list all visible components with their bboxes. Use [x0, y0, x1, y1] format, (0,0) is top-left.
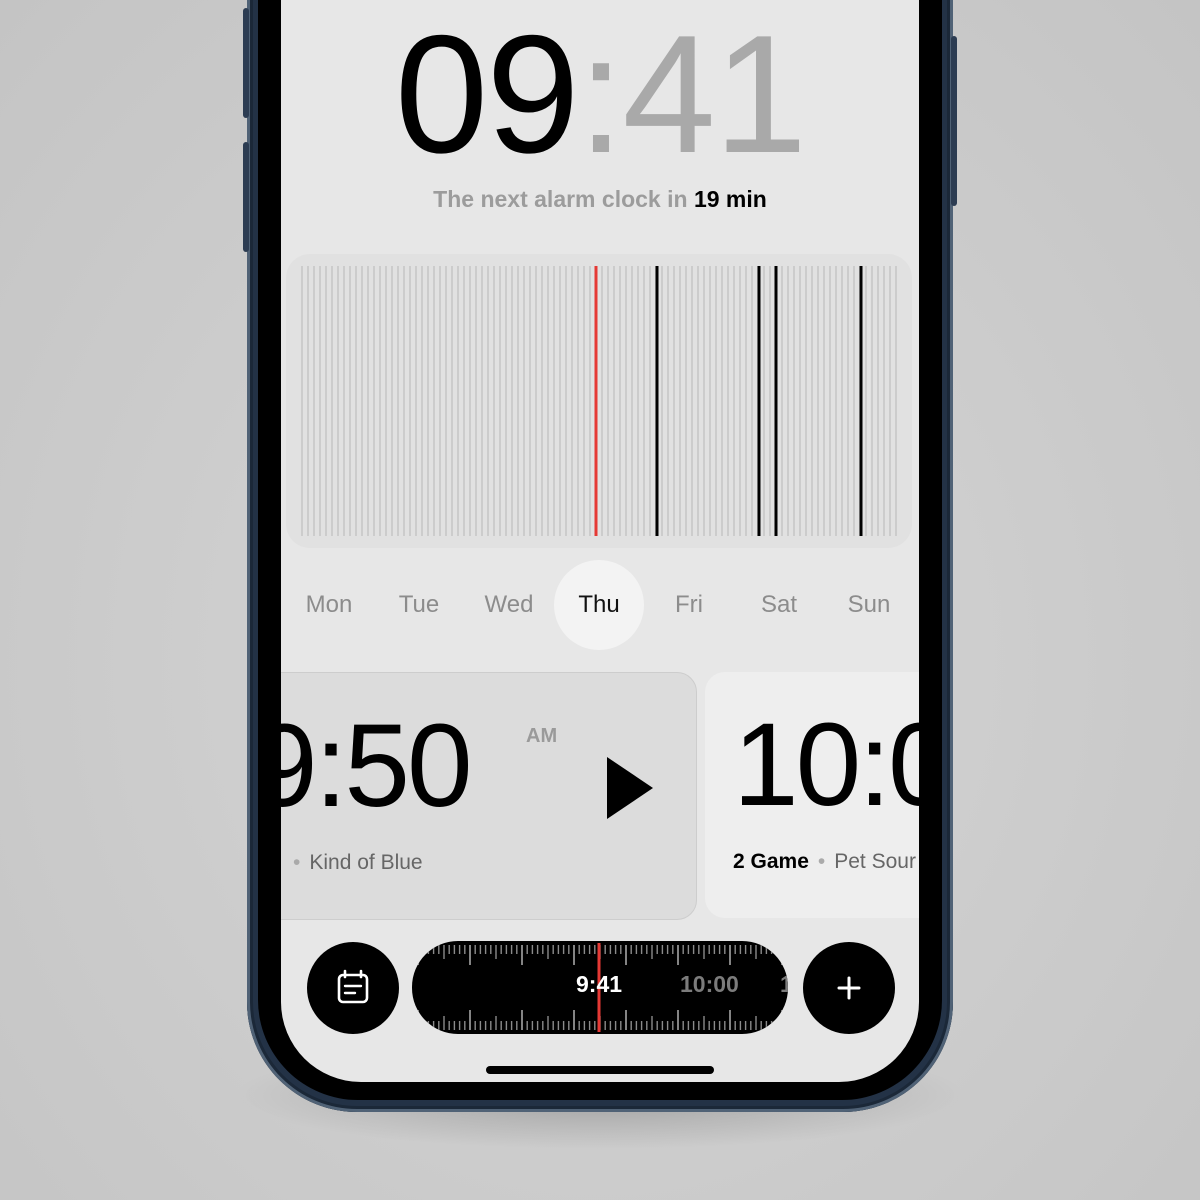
day-tab-wed[interactable]: Wed [464, 560, 554, 650]
phone-bezel: 09:41 The next alarm clock in 19 min Mon… [258, 0, 942, 1100]
alarm-screen: 09:41 The next alarm clock in 19 min Mon… [281, 0, 919, 1082]
alarm-2-meta: 2 Game • Pet Sour [733, 850, 916, 874]
scrubber-current-time: 9:41 [576, 971, 623, 997]
time-scrubber[interactable]: 9:41 10:00 1 [412, 941, 788, 1034]
power-button [951, 36, 957, 206]
day-tab-mon[interactable]: Mon [284, 560, 374, 650]
current-hours: 09 [394, 0, 580, 188]
current-time: 09:41 [281, 10, 919, 178]
calendar-button[interactable] [307, 942, 399, 1034]
day-tab-tue[interactable]: Tue [374, 560, 464, 650]
calendar-icon [337, 969, 369, 1004]
day-tab-thu[interactable]: Thu [554, 560, 644, 650]
meta-dot: • [293, 851, 301, 874]
alarm-card-1[interactable]: 9:50 AM • Kind of Blue [281, 672, 697, 920]
day-tab-sun[interactable]: Sun [824, 560, 914, 650]
scrubber-next-time: 10:00 [680, 971, 739, 997]
volume-up-button [243, 8, 249, 118]
alarm-card-2[interactable]: 10:0 2 Game • Pet Sour [705, 672, 919, 918]
timeline-ticks [301, 266, 897, 536]
alarm-2-time: 10:0 [733, 699, 919, 831]
day-timeline-chart[interactable] [286, 254, 912, 548]
volume-down-button [243, 142, 249, 252]
day-tab-fri[interactable]: Fri [644, 560, 734, 650]
alarm-2-game: 2 Game [733, 850, 809, 873]
time-separator: : [577, 0, 625, 188]
day-tab-sat[interactable]: Sat [734, 560, 824, 650]
next-alarm-caption: The next alarm clock in 19 min [281, 186, 919, 213]
alarm-1-sound: Kind of Blue [309, 851, 423, 874]
next-alarm-prefix: The next alarm clock in [433, 186, 688, 212]
meta-dot: • [817, 850, 826, 873]
play-icon[interactable] [607, 757, 653, 819]
alarm-1-meridiem: AM [526, 725, 558, 747]
home-indicator[interactable] [486, 1066, 714, 1074]
alarm-1-meta: • Kind of Blue [284, 851, 423, 875]
alarm-1-time: 9:50 [281, 700, 473, 832]
current-minutes: 41 [622, 0, 807, 188]
weekday-selector: Mon Tue Wed Thu Fri Sat Sun [281, 560, 917, 652]
phone-frame: 09:41 The next alarm clock in 19 min Mon… [243, 0, 957, 1112]
plus-icon [837, 976, 861, 1000]
add-alarm-button[interactable] [803, 942, 895, 1034]
alarm-2-sound: Pet Sour [834, 850, 916, 873]
scrubber-after-time: 1 [780, 971, 788, 997]
next-alarm-value: 19 min [693, 186, 767, 212]
